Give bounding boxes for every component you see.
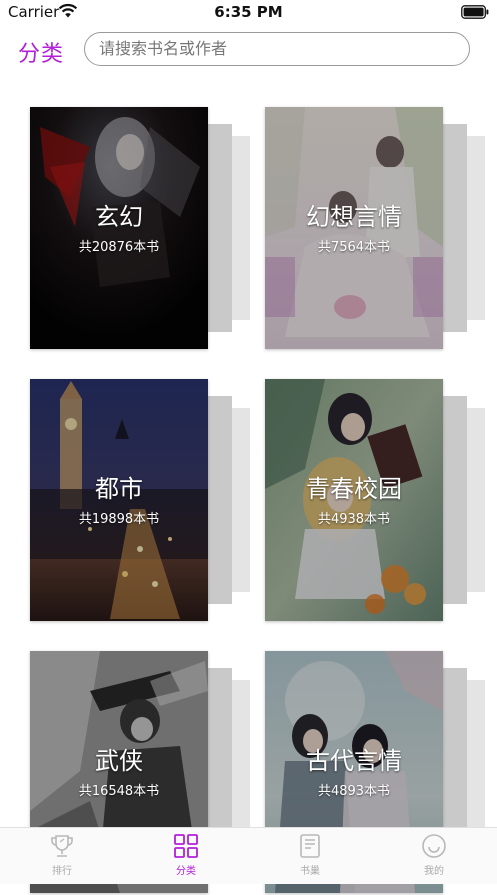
tab-bar: 排行 分类 书巢 我的 (0, 827, 497, 884)
status-bar: Carrier 6:35 PM (0, 0, 497, 26)
tab-ranking[interactable]: 排行 (22, 832, 102, 882)
category-name: 都市 (95, 475, 143, 503)
grid-icon (174, 834, 198, 858)
trophy-icon (51, 835, 73, 857)
category-name: 幻想言情 (306, 203, 402, 231)
category-name: 古代言情 (306, 747, 402, 775)
category-name: 青春校园 (306, 475, 402, 503)
stack-shadow (208, 396, 232, 604)
category-card-urban[interactable]: 都市 共19898本书 (30, 379, 250, 623)
tab-label: 书巢 (300, 866, 320, 877)
stack-shadow (443, 124, 467, 332)
page-title: 分类 (18, 42, 65, 67)
search-input[interactable] (99, 33, 449, 64)
category-count: 共19898本书 (78, 512, 160, 527)
stack-shadow (443, 396, 467, 604)
stack-shadow (208, 124, 232, 332)
category-count: 共16548本书 (78, 784, 160, 799)
status-time: 6:35 PM (214, 3, 283, 21)
category-card-xuanhuan[interactable]: 玄幻 共20876本书 (30, 107, 250, 351)
category-name: 武侠 (95, 747, 143, 775)
category-card-fantasy-romance[interactable]: 幻想言情 共7564本书 (265, 107, 485, 351)
category-count: 共20876本书 (78, 240, 160, 255)
tab-category[interactable]: 分类 (146, 832, 226, 882)
book-icon (300, 834, 320, 858)
tab-bookshelf[interactable]: 书巢 (270, 832, 350, 882)
category-count: 共7564本书 (317, 240, 391, 255)
category-count: 共4893本书 (317, 784, 391, 799)
tab-mine[interactable]: 我的 (394, 832, 474, 882)
search-box[interactable] (84, 32, 470, 66)
tab-label: 分类 (176, 866, 196, 877)
category-card-campus[interactable]: 青春校园 共4938本书 (265, 379, 485, 623)
smile-icon (422, 834, 446, 858)
header: 分类 (0, 30, 497, 74)
tab-label: 排行 (52, 866, 72, 877)
category-name: 玄幻 (95, 203, 143, 231)
category-count: 共4938本书 (317, 512, 391, 527)
battery-icon (461, 5, 489, 19)
tab-label: 我的 (424, 866, 444, 877)
